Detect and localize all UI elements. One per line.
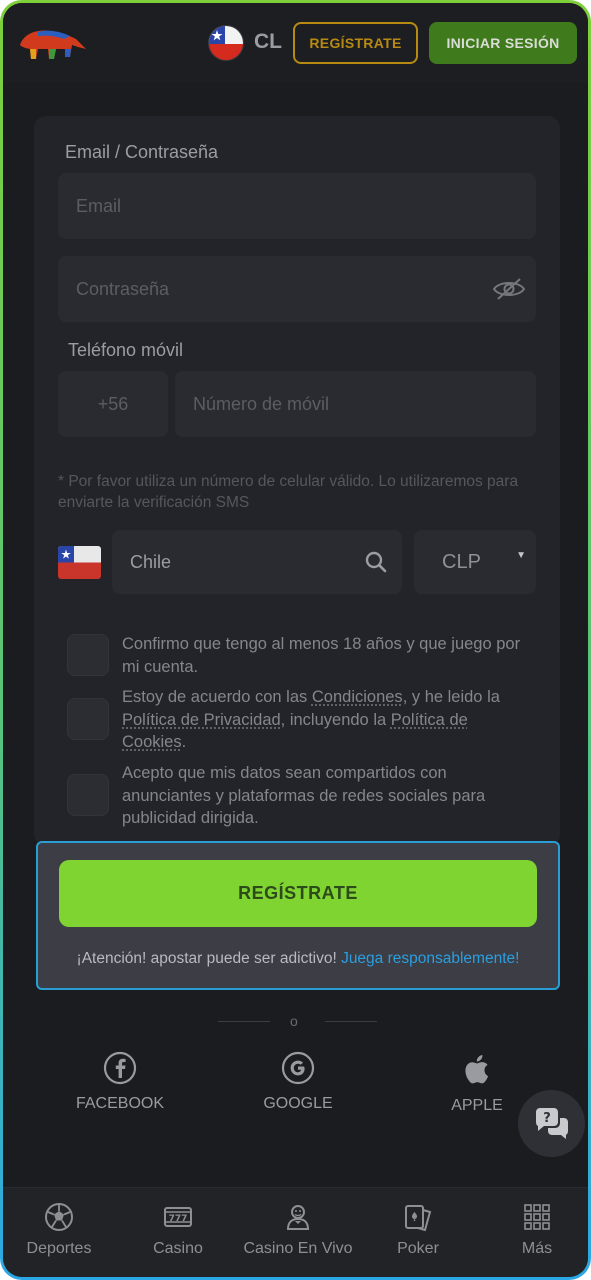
currency-select[interactable]: CLP ▼ [414, 530, 536, 594]
nav-label-casino: Casino [153, 1240, 203, 1257]
phone-prefix: +56 [97, 393, 129, 414]
registration-form: Email / Contraseña Email Contraseña Telé… [34, 116, 560, 846]
phone-placeholder: Número de móvil [193, 393, 330, 414]
facebook-icon [103, 1051, 137, 1085]
country-flag-icon [58, 546, 101, 579]
divider-left [218, 1021, 270, 1022]
facebook-label: FACEBOOK [75, 1095, 165, 1112]
poker-cards-icon [405, 1205, 432, 1232]
bottom-navigation: Deportes 777 Casino Casino En Vivo Poker… [3, 1187, 588, 1277]
terms-consent-text: Estoy de acuerdo con las Condiciones, y … [122, 686, 532, 754]
dealer-icon [286, 1205, 310, 1230]
nav-item-poker[interactable]: Poker [358, 1202, 478, 1258]
nav-item-deportes[interactable]: Deportes [3, 1202, 119, 1258]
slot-machine-icon: 777 [164, 1207, 192, 1227]
nav-label-mas: Más [521, 1240, 553, 1257]
terms-text-4: . [181, 733, 187, 751]
nav-item-casino[interactable]: 777 Casino [118, 1202, 238, 1258]
register-button[interactable]: REGÍSTRATE [59, 860, 537, 927]
google-icon [281, 1051, 315, 1085]
terms-text-1: Estoy de acuerdo con las [122, 688, 312, 706]
chat-support-button[interactable]: ? [518, 1090, 585, 1157]
google-login-button[interactable]: GOOGLE [233, 1051, 363, 1113]
data-sharing-checkbox[interactable] [67, 774, 109, 816]
age-consent-row: Confirmo que tengo al menos 18 años y qu… [67, 633, 537, 683]
soccer-ball-icon [45, 1203, 73, 1231]
data-sharing-row: Acepto que mis datos sean compartidos co… [67, 762, 537, 832]
register-panel: REGÍSTRATE ¡Atención! apostar puede ser … [36, 841, 560, 990]
divider-right [325, 1021, 377, 1022]
apple-icon [465, 1055, 489, 1084]
search-icon[interactable] [364, 550, 388, 574]
email-placeholder: Email [76, 195, 122, 216]
country-code-label[interactable]: CL [254, 30, 282, 54]
age-checkbox[interactable] [67, 634, 109, 676]
terms-text-2: , y he leido la [402, 688, 500, 706]
screen: CL REGÍSTRATE INICIAR SESIÓN Email / Con… [3, 3, 588, 1277]
data-sharing-text: Acepto que mis datos sean compartidos co… [122, 764, 486, 827]
phone-number-input[interactable]: Número de móvil [175, 371, 536, 437]
terms-text-3: , incluyendo la [280, 710, 391, 729]
currency-value: CLP [442, 550, 481, 573]
nav-item-casino-en-vivo[interactable]: Casino En Vivo [238, 1202, 358, 1258]
grid-icon [524, 1204, 550, 1230]
svg-text:?: ? [543, 1111, 551, 1126]
nav-label-poker: Poker [397, 1240, 439, 1257]
warning-text: ¡Atención! apostar puede ser adictivo! [76, 950, 342, 967]
top-header: CL REGÍSTRATE INICIAR SESIÓN [3, 3, 588, 83]
phone-label: Teléfono móvil [68, 340, 184, 360]
chat-icon: ? [535, 1107, 568, 1139]
age-consent-text: Confirmo que tengo al menos 18 años y qu… [122, 635, 521, 676]
phone-prefix-field[interactable]: +56 [58, 371, 168, 437]
or-label: o [290, 1013, 298, 1029]
password-placeholder: Contraseña [76, 278, 170, 299]
conditions-link[interactable]: Condiciones [312, 688, 403, 706]
google-label: GOOGLE [263, 1095, 333, 1112]
header-register-button[interactable]: REGÍSTRATE [293, 22, 418, 64]
nav-item-mas[interactable]: Más [477, 1202, 588, 1258]
country-select[interactable]: Chile [112, 530, 402, 594]
header-login-button[interactable]: INICIAR SESIÓN [429, 22, 577, 64]
nav-label-deportes: Deportes [26, 1240, 92, 1257]
device-frame: CL REGÍSTRATE INICIAR SESIÓN Email / Con… [0, 0, 591, 1280]
privacy-policy-link[interactable]: Política de Privacidad [122, 711, 281, 729]
svg-text:777: 777 [169, 1214, 188, 1224]
phone-note: * Por favor utiliza un número de celular… [58, 473, 519, 511]
gambling-warning: ¡Atención! apostar puede ser adictivo! J… [38, 950, 558, 968]
chile-flag-icon[interactable] [208, 25, 244, 61]
email-password-label: Email / Contraseña [65, 142, 219, 162]
eye-off-icon[interactable] [492, 276, 526, 302]
chevron-down-icon: ▼ [516, 550, 526, 561]
terms-checkbox[interactable] [67, 698, 109, 740]
terms-consent-row: Estoy de acuerdo con las Condiciones, y … [67, 686, 537, 756]
nav-label-casino-en-vivo: Casino En Vivo [243, 1240, 353, 1257]
facebook-login-button[interactable]: FACEBOOK [55, 1051, 185, 1113]
country-value: Chile [130, 551, 172, 572]
anteater-logo-icon[interactable] [16, 19, 88, 63]
password-input[interactable]: Contraseña [58, 256, 536, 322]
email-input[interactable]: Email [58, 173, 536, 239]
responsible-gaming-link[interactable]: Juega responsablemente! [341, 950, 519, 967]
